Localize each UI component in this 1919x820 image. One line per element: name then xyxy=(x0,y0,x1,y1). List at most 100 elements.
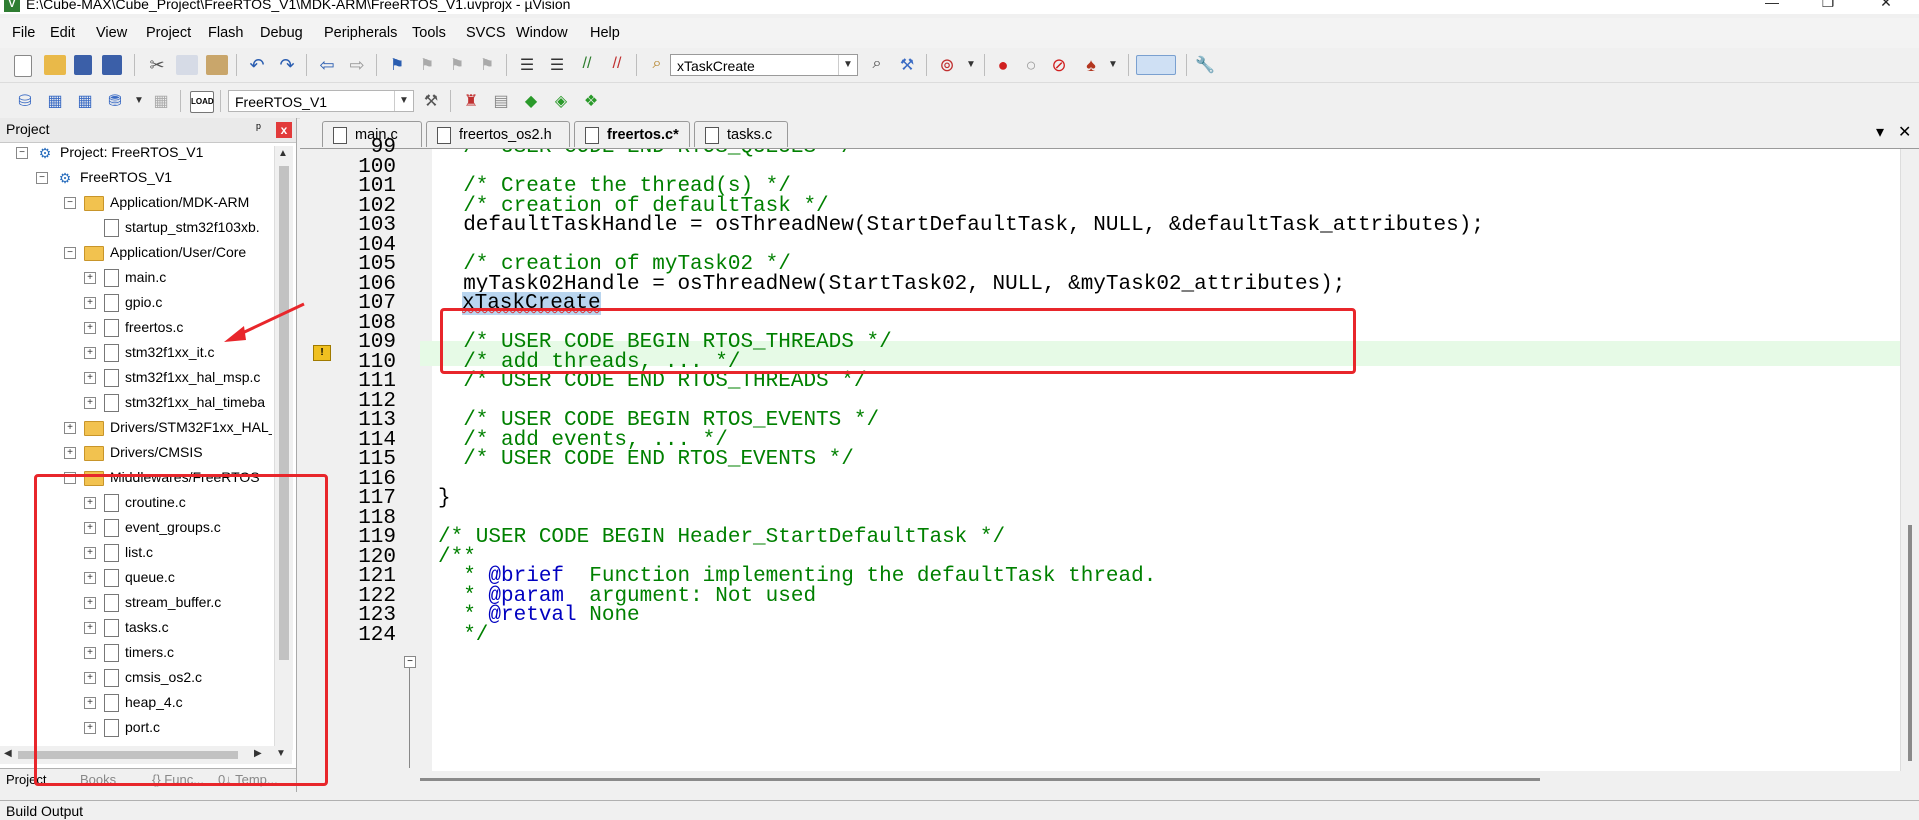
menu-peripherals[interactable]: Peripherals xyxy=(324,25,397,41)
tree-file[interactable]: + freertos.c xyxy=(84,315,183,340)
menu-window[interactable]: Window xyxy=(516,25,568,41)
fold-collapse-icon[interactable]: − xyxy=(404,656,416,668)
uncomment-icon[interactable]: // xyxy=(606,55,628,75)
save-all-icon[interactable] xyxy=(102,55,122,75)
window-layout-icon[interactable] xyxy=(1136,55,1176,75)
menu-project[interactable]: Project xyxy=(146,25,191,41)
expand-icon[interactable]: + xyxy=(84,347,96,360)
warning-icon[interactable]: ! xyxy=(313,345,331,361)
tree-file[interactable]: + stm32f1xx_it.c xyxy=(84,340,214,365)
collapse-icon[interactable]: − xyxy=(64,247,76,260)
incremental-find-icon[interactable]: ⚒ xyxy=(896,55,918,75)
start-debug-icon[interactable]: ⊚ xyxy=(936,55,958,75)
find-icon[interactable]: ⌕ xyxy=(866,55,888,75)
expand-icon[interactable]: + xyxy=(64,422,76,435)
editor-hscrollbar[interactable] xyxy=(300,771,1900,787)
find-in-files-icon[interactable]: ⌕ xyxy=(646,55,668,75)
menu-view[interactable]: View xyxy=(96,25,127,41)
unindent-icon[interactable]: ☰ xyxy=(546,55,568,75)
expand-icon[interactable]: + xyxy=(64,447,76,460)
tree-file[interactable]: + gpio.c xyxy=(84,290,162,315)
target-options-icon[interactable]: ⚒ xyxy=(420,91,442,111)
find-combo[interactable]: xTaskCreate ▼ xyxy=(670,54,858,76)
open-file-icon[interactable] xyxy=(44,55,66,75)
indent-icon[interactable]: ☰ xyxy=(516,55,538,75)
expand-icon[interactable]: + xyxy=(84,297,96,310)
expand-icon[interactable]: + xyxy=(84,372,96,385)
build-icon[interactable]: ▦ xyxy=(44,91,66,111)
next-bookmark-icon[interactable]: ⚑ xyxy=(446,55,468,75)
translate-icon[interactable]: ⛁ xyxy=(14,91,36,111)
close-tab-button[interactable]: ✕ xyxy=(1898,122,1911,142)
chevron-down-icon[interactable]: ▼ xyxy=(838,55,857,75)
chevron-down-icon[interactable]: ▼ xyxy=(1102,55,1124,75)
menu-flash[interactable]: Flash xyxy=(208,25,243,41)
tree-folder[interactable]: − Application/User/Core xyxy=(64,240,246,265)
redo-icon[interactable]: ↷ xyxy=(276,55,298,75)
manage-runtime-icon[interactable]: ❖ xyxy=(580,91,602,111)
save-icon[interactable] xyxy=(74,55,92,75)
editor-scrollbar-thumb[interactable] xyxy=(1908,525,1912,761)
menu-debug[interactable]: Debug xyxy=(260,25,303,41)
nav-back-icon[interactable]: ⇦ xyxy=(316,55,338,75)
select-packs-icon[interactable]: ◈ xyxy=(550,91,572,111)
tree-file[interactable]: startup_stm32f103xb. xyxy=(84,215,260,240)
tree-project[interactable]: − ⚙ Project: FreeRTOS_V1 xyxy=(16,146,203,165)
configure-icon[interactable]: 🔧 xyxy=(1194,55,1216,75)
pin-icon[interactable]: ᵖ xyxy=(256,120,261,135)
tree-folder[interactable]: + Drivers/CMSIS xyxy=(64,440,203,465)
copy-icon[interactable] xyxy=(176,55,198,75)
rebuild-icon[interactable]: ▦ xyxy=(74,91,96,111)
menu-file[interactable]: File xyxy=(12,25,35,41)
tab-list-dropdown[interactable]: ▾ xyxy=(1876,122,1884,142)
collapse-icon[interactable]: − xyxy=(64,197,76,210)
tree-target[interactable]: − ⚙ FreeRTOS_V1 xyxy=(36,165,172,190)
disable-breakpoint-icon[interactable]: ○ xyxy=(1020,55,1042,75)
menu-svcs[interactable]: SVCS xyxy=(466,25,506,41)
clear-bookmarks-icon[interactable]: ⚑ xyxy=(476,55,498,75)
minimize-button[interactable]: — xyxy=(1752,0,1792,14)
kill-all-breakpoints-icon[interactable]: ♠ xyxy=(1080,55,1102,75)
menu-help[interactable]: Help xyxy=(590,25,620,41)
chevron-down-icon[interactable]: ▼ xyxy=(128,91,150,111)
tab-freertos-c[interactable]: freertos.c* xyxy=(574,121,690,147)
expand-icon[interactable]: + xyxy=(84,322,96,335)
paste-icon[interactable] xyxy=(206,55,228,75)
tree-file[interactable]: + stm32f1xx_hal_msp.c xyxy=(84,365,260,390)
tree-folder[interactable]: − Application/MDK-ARM xyxy=(64,190,249,215)
batch-build-icon[interactable]: ⛃ xyxy=(104,91,126,111)
undo-icon[interactable]: ↶ xyxy=(246,55,268,75)
editor-hscrollbar-thumb[interactable] xyxy=(420,778,1540,781)
chevron-down-icon[interactable]: ▼ xyxy=(960,55,982,75)
close-panel-button[interactable]: x xyxy=(276,122,292,138)
expand-icon[interactable]: + xyxy=(84,272,96,285)
prev-bookmark-icon[interactable]: ⚑ xyxy=(416,55,438,75)
expand-icon[interactable]: + xyxy=(84,397,96,410)
tree-folder[interactable]: + Drivers/STM32F1xx_HAL_ xyxy=(64,415,272,440)
collapse-icon[interactable]: − xyxy=(36,172,48,185)
nav-forward-icon[interactable]: ⇨ xyxy=(346,55,368,75)
stop-build-icon[interactable]: ▦ xyxy=(150,91,172,111)
tree-file[interactable]: + stm32f1xx_hal_timeba xyxy=(84,390,265,415)
insert-breakpoint-icon[interactable]: ● xyxy=(992,55,1014,75)
download-icon[interactable]: LOAD xyxy=(190,91,214,113)
tab-freertos-os2-h[interactable]: freertos_os2.h xyxy=(426,121,570,147)
tab-tasks-c[interactable]: tasks.c xyxy=(694,121,788,147)
tree-file[interactable]: + main.c xyxy=(84,265,166,290)
maximize-button[interactable]: ❐ xyxy=(1808,0,1848,14)
manage-project-icon[interactable]: ♜ xyxy=(460,91,482,111)
collapse-icon[interactable]: − xyxy=(16,147,28,160)
comment-icon[interactable]: // xyxy=(576,55,598,75)
menu-tools[interactable]: Tools xyxy=(412,25,446,41)
disable-all-breakpoints-icon[interactable]: ⊘ xyxy=(1048,55,1070,75)
cut-icon[interactable]: ✂ xyxy=(146,55,168,75)
menu-edit[interactable]: Edit xyxy=(50,25,75,41)
manage-multi-project-icon[interactable]: ▤ xyxy=(490,91,512,111)
target-combo[interactable]: FreeRTOS_V1 ▼ xyxy=(228,90,414,112)
close-window-button[interactable]: ✕ xyxy=(1866,0,1906,14)
bookmark-icon[interactable]: ⚑ xyxy=(386,55,408,75)
pack-installer-icon[interactable]: ◆ xyxy=(520,91,542,111)
chevron-down-icon[interactable]: ▼ xyxy=(394,91,413,111)
new-file-icon[interactable] xyxy=(14,55,32,77)
editor-scrollbar[interactable] xyxy=(1900,149,1919,771)
